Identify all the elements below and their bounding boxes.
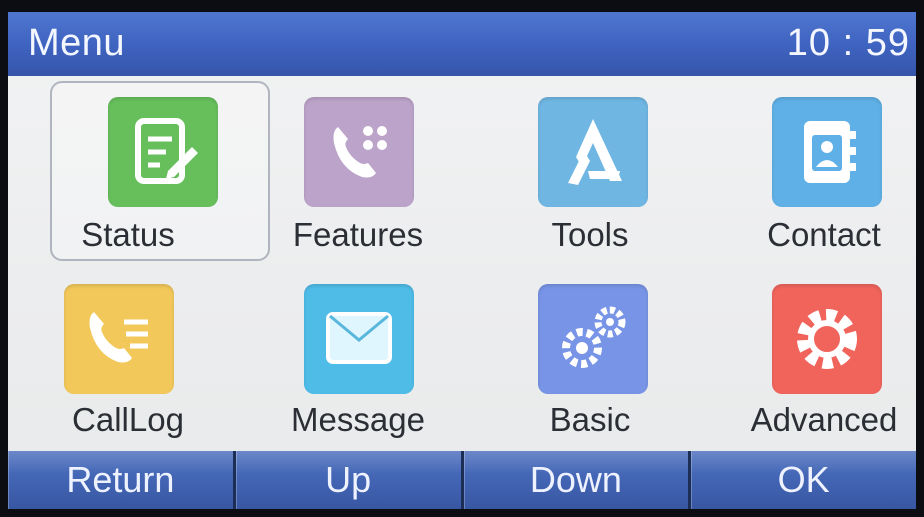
- tools-icon: [538, 97, 648, 207]
- menu-label-advanced: Advanced: [750, 401, 898, 438]
- return-button[interactable]: Return: [8, 451, 236, 509]
- title-bar: Menu 10 : 59: [8, 12, 916, 76]
- features-icon: [304, 97, 414, 207]
- menu-label-contact: Contact: [767, 216, 881, 253]
- menu-label-message: Message: [291, 401, 425, 438]
- clock: 10 : 59: [786, 22, 910, 64]
- phone-screen: Menu 10 : 59 Status Features Tools Conta…: [8, 12, 916, 509]
- calllog-icon: [64, 284, 174, 394]
- up-button[interactable]: Up: [236, 451, 464, 509]
- menu-label-features: Features: [292, 216, 424, 253]
- softkey-bar: Return Up Down OK: [8, 451, 916, 509]
- menu-label-tools: Tools: [551, 216, 629, 253]
- page-title: Menu: [28, 22, 126, 64]
- menu-label-status: Status: [81, 216, 175, 253]
- menu-grid: Status Features Tools Contact CallLog Me…: [8, 76, 916, 451]
- down-button[interactable]: Down: [464, 451, 692, 509]
- menu-label-basic: Basic: [549, 401, 631, 438]
- message-icon: [304, 284, 414, 394]
- status-icon: [108, 97, 218, 207]
- advanced-icon: [772, 284, 882, 394]
- basic-icon: [538, 284, 648, 394]
- contact-icon: [772, 97, 882, 207]
- menu-label-calllog: CallLog: [72, 401, 184, 438]
- ok-button[interactable]: OK: [691, 451, 916, 509]
